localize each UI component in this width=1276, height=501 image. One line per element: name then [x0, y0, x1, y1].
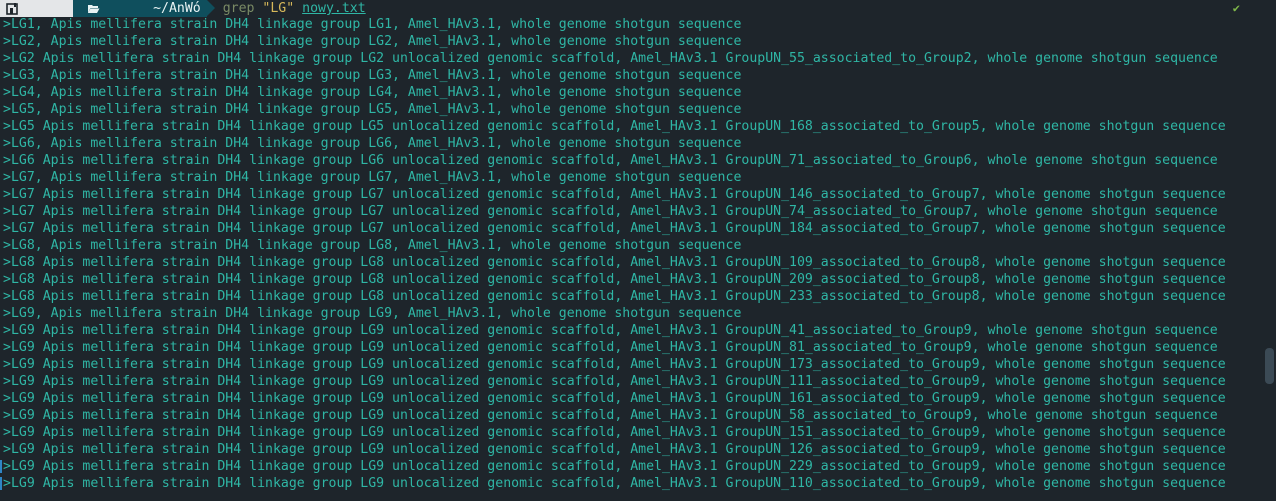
terminal-window[interactable]: ~/AnWó grep "LG" nowy.txt ✔ >LG1, Apis m… [0, 0, 1276, 501]
output-line: >LG5, Apis mellifera strain DH4 linkage … [3, 102, 742, 117]
output-line: >LG9 Apis mellifera strain DH4 linkage g… [3, 459, 1226, 474]
output-line: >LG9 Apis mellifera strain DH4 linkage g… [3, 391, 1226, 406]
prompt-home-segment [0, 0, 81, 17]
output-line: >LG5 Apis mellifera strain DH4 linkage g… [3, 119, 1226, 134]
output-line: >LG8 Apis mellifera strain DH4 linkage g… [3, 289, 1226, 304]
output-line: >LG9 Apis mellifera strain DH4 linkage g… [3, 442, 1226, 457]
output-line: >LG9 Apis mellifera strain DH4 linkage g… [3, 374, 1226, 389]
current-directory: ~/AnWó [153, 1, 201, 16]
command-pattern: "LG" [262, 1, 295, 16]
output-line: >LG9 Apis mellifera strain DH4 linkage g… [3, 408, 1218, 423]
prompt-directory-segment: ~/AnWó [72, 0, 215, 17]
line-marker [0, 460, 2, 473]
command-name: grep [222, 1, 255, 16]
output-line: >LG9 Apis mellifera strain DH4 linkage g… [3, 476, 1226, 491]
scrollbar-thumb[interactable] [1265, 348, 1274, 384]
output-line: >LG7 Apis mellifera strain DH4 linkage g… [3, 187, 1226, 202]
output-line: >LG1, Apis mellifera strain DH4 linkage … [3, 17, 742, 32]
output-line: >LG6 Apis mellifera strain DH4 linkage g… [3, 153, 1218, 168]
output-line: >LG2 Apis mellifera strain DH4 linkage g… [3, 51, 1218, 66]
command-input[interactable]: grep "LG" nowy.txt [223, 1, 366, 16]
output-line: >LG4, Apis mellifera strain DH4 linkage … [3, 85, 742, 100]
checkmark-icon: ✔ [1232, 1, 1240, 15]
line-marker [0, 477, 2, 490]
prompt-line: ~/AnWó grep "LG" nowy.txt ✔ [0, 0, 1276, 17]
output-line: >LG7 Apis mellifera strain DH4 linkage g… [3, 204, 1218, 219]
output-line: >LG8 Apis mellifera strain DH4 linkage g… [3, 272, 1226, 287]
output-line: >LG6, Apis mellifera strain DH4 linkage … [3, 136, 742, 151]
command-file-link[interactable]: nowy.txt [302, 1, 366, 16]
output-line: >LG9 Apis mellifera strain DH4 linkage g… [3, 340, 1218, 355]
output-line: >LG2, Apis mellifera strain DH4 linkage … [3, 34, 742, 49]
command-output: >LG1, Apis mellifera strain DH4 linkage … [3, 16, 1226, 492]
output-line: >LG7, Apis mellifera strain DH4 linkage … [3, 170, 742, 185]
output-line: >LG8 Apis mellifera strain DH4 linkage g… [3, 255, 1226, 270]
output-line: >LG8, Apis mellifera strain DH4 linkage … [3, 238, 742, 253]
output-line: >LG9 Apis mellifera strain DH4 linkage g… [3, 357, 1226, 372]
output-line: >LG9, Apis mellifera strain DH4 linkage … [3, 306, 742, 321]
output-line: >LG3, Apis mellifera strain DH4 linkage … [3, 68, 742, 83]
output-line: >LG9 Apis mellifera strain DH4 linkage g… [3, 425, 1226, 440]
output-line: >LG9 Apis mellifera strain DH4 linkage g… [3, 323, 1218, 338]
output-line: >LG7 Apis mellifera strain DH4 linkage g… [3, 221, 1226, 236]
